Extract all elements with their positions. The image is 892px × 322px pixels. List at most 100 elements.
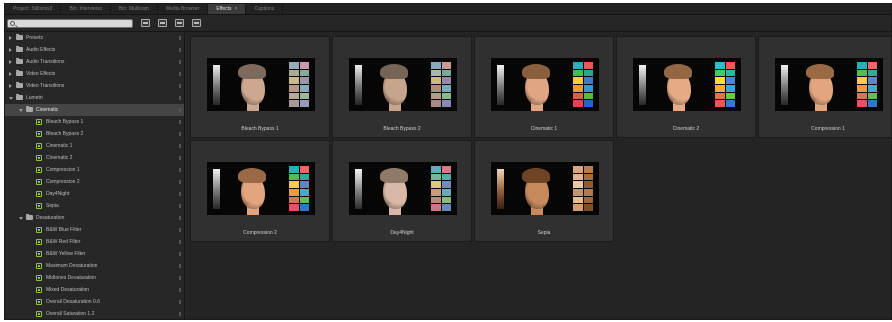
tree-preset[interactable]: Mixed Desaturation: [5, 284, 184, 296]
color-swatch: [583, 204, 593, 211]
tab-effects[interactable]: Effects ×: [208, 4, 247, 14]
tree-preset[interactable]: Overall Saturation 1.2: [5, 308, 184, 319]
tree-folder[interactable]: Audio Transitions: [5, 56, 184, 68]
yuv-effects-icon[interactable]: [175, 19, 184, 27]
color-swatch: [289, 100, 299, 107]
preset-thumbnail[interactable]: Compression 2: [190, 140, 330, 242]
preset-thumbnail[interactable]: Cinematic 2: [616, 36, 756, 138]
tree-item-label: Sepia: [46, 203, 59, 209]
color-swatch: [573, 181, 583, 188]
chevron-right-icon[interactable]: [9, 72, 12, 76]
chevron-right-icon[interactable]: [9, 84, 12, 88]
color-swatch: [299, 92, 309, 100]
tree-preset[interactable]: B&W Blue Filter: [5, 224, 184, 236]
row-marker: [179, 240, 181, 244]
portrait: [517, 62, 555, 111]
color-swatch: [441, 188, 451, 196]
tree-folder[interactable]: Lumetri: [5, 92, 184, 104]
chevron-down-icon[interactable]: [19, 217, 23, 220]
tree-folder[interactable]: Desaturation: [5, 212, 184, 224]
portrait: [375, 62, 413, 111]
preset-thumbnail[interactable]: Compression 1: [758, 36, 891, 138]
close-tab-icon[interactable]: ×: [235, 6, 238, 12]
tab-captions[interactable]: Captions: [246, 4, 284, 14]
tree-preset[interactable]: Bleach Bypass 2: [5, 128, 184, 140]
tree-preset[interactable]: Bleach Bypass 1: [5, 116, 184, 128]
preset-icon: [36, 143, 42, 149]
color-swatch: [867, 77, 877, 84]
preset-thumbnail[interactable]: Cinematic 1: [474, 36, 614, 138]
preset-thumbnail[interactable]: Bleach Bypass 2: [332, 36, 472, 138]
tree-item-label: B&W Yellow Filter: [46, 251, 86, 257]
preset-thumbnail[interactable]: Sepia: [474, 140, 614, 242]
tree-item-label: Overall Desaturation 0.6: [46, 299, 100, 305]
tree-preset[interactable]: Overall Desaturation 0.6: [5, 296, 184, 308]
color-swatch: [431, 100, 441, 107]
portrait-hair: [380, 168, 408, 183]
panel-tab-bar: Project: Stillsmix2 Bin: Interviews Bin: M…: [5, 4, 891, 15]
preset-thumbnail[interactable]: Day4Night: [332, 140, 472, 242]
chevron-right-icon[interactable]: [9, 60, 12, 64]
color-swatch: [857, 69, 867, 77]
preset-icon: [36, 167, 42, 173]
tree-preset[interactable]: Sepia: [5, 200, 184, 212]
tab-media-browser[interactable]: Media Browser: [158, 4, 209, 14]
effects-panel: Project: Stillsmix2 Bin: Interviews Bin: M…: [4, 3, 892, 320]
color-swatch: [431, 204, 441, 211]
color-swatch: [441, 100, 451, 107]
tree-folder[interactable]: Presets: [5, 32, 184, 44]
tree-item-label: Mixed Desaturation: [46, 287, 90, 293]
color-swatch: [715, 92, 725, 100]
preset-preview-image: [207, 58, 315, 111]
tree-folder[interactable]: Video Transitions: [5, 80, 184, 92]
tree-folder[interactable]: Audio Effects: [5, 44, 184, 56]
chevron-down-icon[interactable]: [19, 109, 23, 112]
color-swatch: [715, 77, 725, 84]
tree-preset[interactable]: Compression 1: [5, 164, 184, 176]
tree-preset[interactable]: Cinematic 2: [5, 152, 184, 164]
color-swatch: [867, 69, 877, 77]
tree-preset[interactable]: Day4Night: [5, 188, 184, 200]
color-swatch: [857, 100, 867, 107]
tab-bin-multicam[interactable]: Bin: Multicam: [111, 4, 158, 14]
preset-thumbnail[interactable]: Bleach Bypass 1: [190, 36, 330, 138]
tab-project-stillsmix2[interactable]: Project: Stillsmix2: [5, 4, 62, 14]
tree-item-label: Midtones Desaturation: [46, 275, 97, 281]
color-swatch: [583, 181, 593, 188]
accelerated-effects-icon[interactable]: [141, 19, 150, 27]
tree-item-label: Bleach Bypass 1: [46, 119, 84, 125]
tree-item-label: Compression 2: [46, 179, 80, 185]
color-swatch: [583, 69, 593, 77]
portrait: [233, 166, 271, 215]
tree-preset[interactable]: Midtones Desaturation: [5, 272, 184, 284]
portrait: [659, 62, 697, 111]
grayscale-chart: [355, 65, 362, 105]
color-swatch: [289, 166, 299, 173]
row-marker: [179, 84, 181, 88]
chevron-right-icon[interactable]: [9, 36, 12, 40]
tree-preset[interactable]: Compression 2: [5, 176, 184, 188]
color-swatch: [431, 77, 441, 84]
tree-folder[interactable]: Video Effects: [5, 68, 184, 80]
tree-preset[interactable]: Maximum Desaturation: [5, 260, 184, 272]
color-swatch: [573, 204, 583, 211]
tree-preset[interactable]: B&W Red Filter: [5, 236, 184, 248]
grayscale-chart: [355, 169, 362, 209]
new-bin-icon[interactable]: [192, 19, 201, 27]
chevron-right-icon[interactable]: [9, 48, 12, 52]
tree-preset[interactable]: B&W Yellow Filter: [5, 248, 184, 260]
color-swatch: [725, 84, 735, 92]
tree-folder[interactable]: Cinematic: [5, 104, 184, 116]
row-marker: [179, 180, 181, 184]
tab-label: Bin: Interviews: [69, 6, 102, 12]
color-swatch: [867, 92, 877, 100]
tree-preset[interactable]: Cinematic 1: [5, 140, 184, 152]
tab-bin-interviews[interactable]: Bin: Interviews: [61, 4, 111, 14]
chevron-down-icon[interactable]: [9, 97, 13, 100]
color-swatch: [441, 84, 451, 92]
tab-label: Project: Stillsmix2: [13, 6, 53, 12]
32bit-effects-icon[interactable]: [158, 19, 167, 27]
color-swatch: [573, 196, 583, 204]
search-field[interactable]: [7, 19, 133, 28]
color-swatch: [573, 84, 583, 92]
